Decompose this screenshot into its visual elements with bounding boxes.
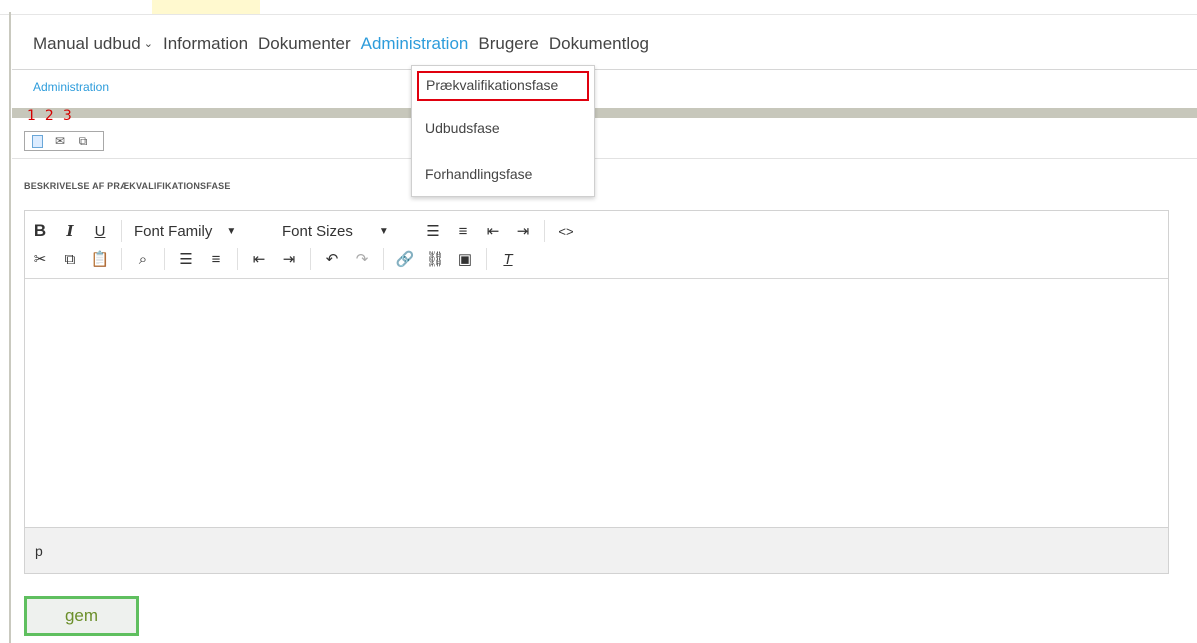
toolbar-separator <box>544 220 545 242</box>
nav-item-manual-udbud[interactable]: Manual udbud ⌄ <box>33 34 153 54</box>
nav-item-dokumenter[interactable]: Dokumenter <box>258 34 351 54</box>
top-accent-strip <box>152 0 260 14</box>
toolbar-separator <box>383 248 384 270</box>
nav-item-information[interactable]: Information <box>163 34 248 54</box>
section-header-bar <box>12 108 1197 118</box>
toolbar-separator <box>310 248 311 270</box>
toolbar-separator <box>237 248 238 270</box>
document-icon <box>31 134 43 148</box>
caret-down-icon: ▼ <box>378 225 389 237</box>
email-button[interactable]: ✉ <box>50 133 70 149</box>
top-divider <box>0 14 1197 15</box>
save-button[interactable]: gem <box>24 596 139 636</box>
bullet-list-icon[interactable]: ☰ <box>418 219 448 243</box>
nav-divider <box>12 69 1197 70</box>
caret-down-icon: ▼ <box>226 225 237 237</box>
font-family-select[interactable]: Font Family ▼ <box>128 223 276 240</box>
dropdown-item-label: Udbudsfase <box>425 120 500 136</box>
element-path[interactable]: p <box>35 543 43 559</box>
font-sizes-select[interactable]: Font Sizes ▼ <box>276 223 418 240</box>
paste-icon[interactable]: 📋 <box>85 247 115 271</box>
link-icon[interactable]: 🔗 <box>390 247 420 271</box>
editor-toolbar-row-1: B I U Font Family ▼ Font Sizes ▼ ☰ ≡ ⇤ ⇥ <… <box>25 217 581 245</box>
annotation-numbers: 123 <box>27 108 81 124</box>
unlink-icon[interactable]: ⛓ <box>420 247 450 271</box>
numbered-list-icon[interactable]: ≡ <box>448 219 478 243</box>
indent-icon[interactable]: ⇥ <box>274 247 304 271</box>
clear-format-icon[interactable]: T <box>493 247 523 271</box>
copy-icon[interactable]: ⧉ <box>55 247 85 271</box>
toolbar-separator <box>121 220 122 242</box>
editor-toolbar-row-2: ✂ ⧉ 📋 ⌕ ☰ ≡ ⇤ ⇥ ↶ ↷ 🔗 ⛓ ▣ T <box>25 245 523 273</box>
find-icon[interactable]: ⌕ <box>128 247 158 271</box>
redo-icon[interactable]: ↷ <box>347 247 377 271</box>
toolbar-separator <box>164 248 165 270</box>
dropdown-item-forhandlingsfase[interactable]: Forhandlingsfase <box>412 157 594 191</box>
italic-button[interactable]: I <box>55 219 85 243</box>
chevron-down-icon: ⌄ <box>143 38 153 50</box>
annotation-3: 3 <box>62 108 72 124</box>
breadcrumb[interactable]: Administration <box>33 80 109 94</box>
left-frame-line <box>9 12 11 643</box>
top-navigation: Manual udbud ⌄ Information Dokumenter Adm… <box>33 31 659 57</box>
copy-icon: ⧉ <box>78 133 88 148</box>
source-code-button[interactable]: <> <box>551 219 581 243</box>
section-title: BESKRIVELSE AF PRÆKVALIFIKATIONSFASE <box>24 181 231 191</box>
administration-dropdown: Prækvalifikationsfase Udbudsfase Forhand… <box>411 65 595 197</box>
nav-item-label: Manual udbud <box>33 34 141 53</box>
undo-icon[interactable]: ↶ <box>317 247 347 271</box>
dropdown-item-udbudsfase[interactable]: Udbudsfase <box>412 111 594 145</box>
annotation-1: 1 <box>27 108 36 124</box>
toolbar-separator <box>486 248 487 270</box>
dropdown-item-label: Forhandlingsfase <box>425 166 533 182</box>
editor-statusbar: p <box>25 527 1168 573</box>
bold-button[interactable]: B <box>25 219 55 243</box>
mini-toolbar: ✉ ⧉ <box>24 131 104 151</box>
numbered-list-icon[interactable]: ≡ <box>201 247 231 271</box>
font-sizes-label: Font Sizes <box>282 222 353 240</box>
outdent-icon[interactable]: ⇤ <box>478 219 508 243</box>
envelope-icon: ✉ <box>54 134 66 148</box>
nav-item-brugere[interactable]: Brugere <box>478 34 538 54</box>
editor-content-area[interactable] <box>25 279 1168 527</box>
underline-button[interactable]: U <box>85 219 115 243</box>
font-family-label: Font Family <box>134 222 213 240</box>
dropdown-item-label: Prækvalifikationsfase <box>426 77 559 93</box>
cut-icon[interactable]: ✂ <box>25 247 55 271</box>
rich-text-editor: B I U Font Family ▼ Font Sizes ▼ ☰ ≡ ⇤ ⇥ <… <box>24 210 1169 574</box>
bullet-list-icon[interactable]: ☰ <box>171 247 201 271</box>
toolbar-separator <box>121 248 122 270</box>
nav-item-administration[interactable]: Administration <box>361 34 469 54</box>
mini-divider <box>12 158 1197 159</box>
nav-item-dokumentlog[interactable]: Dokumentlog <box>549 34 649 54</box>
indent-icon[interactable]: ⇥ <box>508 219 538 243</box>
image-icon[interactable]: ▣ <box>450 247 480 271</box>
annotation-2: 2 <box>44 108 54 124</box>
copy-button[interactable]: ⧉ <box>73 133 93 149</box>
outdent-icon[interactable]: ⇤ <box>244 247 274 271</box>
dropdown-item-praekvalifikationsfase[interactable]: Prækvalifikationsfase <box>417 71 589 101</box>
document-button[interactable] <box>27 133 47 149</box>
